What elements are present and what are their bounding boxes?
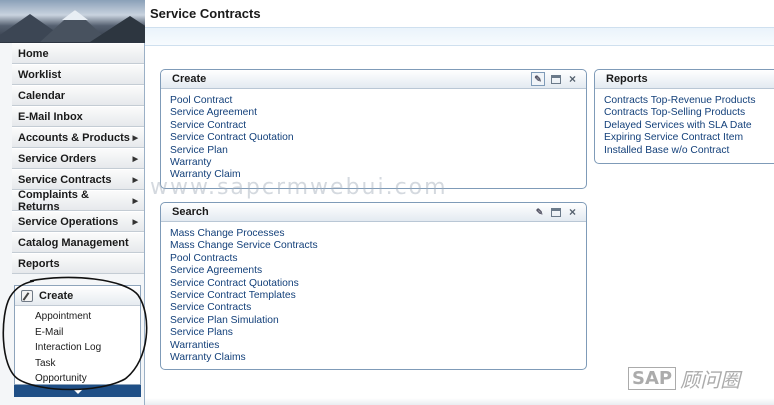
nav-item-label: Calendar [18,89,66,102]
nav-item-label: Accounts & Products [18,131,130,144]
quick-create-header[interactable]: Create [15,286,140,306]
nav-item-label: Service Operations [18,215,119,228]
window-icon[interactable] [551,207,561,217]
nav-item-reports[interactable]: Reports [12,253,144,274]
create-panel-header: Create ✎ × [161,70,586,89]
create-panel-title: Create [172,73,207,85]
link-mass-change-processes[interactable]: Mass Change Processes [170,228,586,240]
navigation-bar: Home Worklist Calendar E-Mail Inbox Accounts… [0,43,144,274]
reports-panel-header: Reports [595,70,774,89]
link-service-contract-templates[interactable]: Service Contract Templates [170,290,586,302]
search-panel-header: Search ✎ × [161,203,586,222]
nav-item-label: Complaints & Returns [18,188,89,213]
chevron-right-icon: ▶ [132,197,138,205]
link-warranty[interactable]: Warranty [170,157,586,169]
sap-logo: SAP 顾问圈 [628,364,740,393]
quick-create-task[interactable]: Task [15,356,140,372]
nav-item-label: Service Orders [18,152,97,165]
link-pool-contract[interactable]: Pool Contract [170,95,586,107]
nav-item-home[interactable]: Home [12,43,144,64]
nav-item-label: Catalog Management [18,236,129,249]
link-warranties[interactable]: Warranties [170,340,586,352]
page-title: Service Contracts [150,6,261,21]
sidebar-expand-button[interactable] [14,385,141,397]
search-panel-title: Search [172,206,209,218]
link-mass-change-service-contracts[interactable]: Mass Change Service Contracts [170,240,586,252]
reports-links: Contracts Top-Revenue Products Contracts … [595,89,774,157]
quick-create-box: Create Appointment E-Mail Interaction Log T… [14,285,141,385]
search-links: Mass Change Processes Mass Change Service… [161,222,586,364]
close-icon[interactable]: × [567,206,578,218]
header-banner-image [0,0,145,43]
link-service-contract-quotations[interactable]: Service Contract Quotations [170,278,586,290]
nav-item-catalog-management[interactable]: Catalog Management [12,232,144,253]
link-contracts-top-selling-products[interactable]: Contracts Top-Selling Products [604,107,774,119]
quick-create-title: Create [39,289,74,302]
personalize-icon[interactable]: ✎ [531,72,545,86]
link-service-contract-quotation[interactable]: Service Contract Quotation [170,132,586,144]
sap-logo-brand: SAP [628,367,677,390]
link-warranty-claims[interactable]: Warranty Claims [170,352,586,364]
nav-item-e-mail-inbox[interactable]: E-Mail Inbox [12,106,144,127]
page-header: Service Contracts [145,0,774,28]
link-pool-contracts[interactable]: Pool Contracts [170,253,586,265]
nav-item-accounts-products[interactable]: Accounts & Products ▶ [12,127,144,148]
personalize-icon[interactable]: ✎ [534,207,545,218]
quick-create-e-mail[interactable]: E-Mail [15,325,140,341]
link-delayed-services-with-sla-date[interactable]: Delayed Services with SLA Date [604,120,774,132]
nav-item-worklist[interactable]: Worklist [12,64,144,85]
reports-panel-title: Reports [606,73,648,85]
quick-create-interaction-log[interactable]: Interaction Log [15,340,140,356]
chevron-down-icon [72,388,83,394]
navigation-sidebar: Home Worklist Calendar E-Mail Inbox Accounts… [0,0,145,405]
quick-create-list: Appointment E-Mail Interaction Log Task Oppo… [15,309,140,387]
pencil-icon [21,289,33,302]
link-expiring-service-contract-item[interactable]: Expiring Service Contract Item [604,132,774,144]
close-icon[interactable]: × [567,73,578,85]
link-service-contracts[interactable]: Service Contracts [170,302,586,314]
search-panel: Search ✎ × Mass Change Processes Mass Cha… [160,202,587,370]
link-service-plan[interactable]: Service Plan [170,145,586,157]
nav-item-label: Service Contracts [18,173,112,186]
link-service-plans[interactable]: Service Plans [170,327,586,339]
chevron-right-icon: ▶ [132,134,138,142]
nav-item-label: Home [18,47,49,60]
quick-create-appointment[interactable]: Appointment [15,309,140,325]
nav-item-service-contracts[interactable]: Service Contracts ▶ [12,169,144,190]
link-service-plan-simulation[interactable]: Service Plan Simulation [170,315,586,327]
nav-item-service-orders[interactable]: Service Orders ▶ [12,148,144,169]
nav-item-complaints-returns[interactable]: Complaints & Returns ▶ [12,188,144,213]
link-contracts-top-revenue-products[interactable]: Contracts Top-Revenue Products [604,95,774,107]
link-warranty-claim[interactable]: Warranty Claim [170,169,586,181]
chevron-right-icon: ▶ [132,176,138,184]
nav-item-label: E-Mail Inbox [18,110,83,123]
reports-panel: Reports Contracts Top-Revenue Products Co… [594,69,774,164]
nav-item-calendar[interactable]: Calendar [12,85,144,106]
create-panel: Create ✎ × Pool Contract Service Agreemen… [160,69,587,189]
sap-logo-text: 顾问圈 [680,368,741,392]
link-service-agreements[interactable]: Service Agreements [170,265,586,277]
link-service-agreement[interactable]: Service Agreement [170,107,586,119]
create-links: Pool Contract Service Agreement Service Co… [161,89,586,182]
link-service-contract[interactable]: Service Contract [170,120,586,132]
nav-item-label: Reports [18,257,60,270]
status-strip [145,398,774,405]
nav-item-label: Worklist [18,68,62,81]
chevron-right-icon: ▶ [132,218,138,226]
nav-item-service-operations[interactable]: Service Operations ▶ [12,211,144,232]
toolbar-strip [145,28,774,46]
window-icon[interactable] [551,74,561,84]
chevron-right-icon: ▶ [132,155,138,163]
link-installed-base-w-o-contract[interactable]: Installed Base w/o Contract [604,145,774,157]
